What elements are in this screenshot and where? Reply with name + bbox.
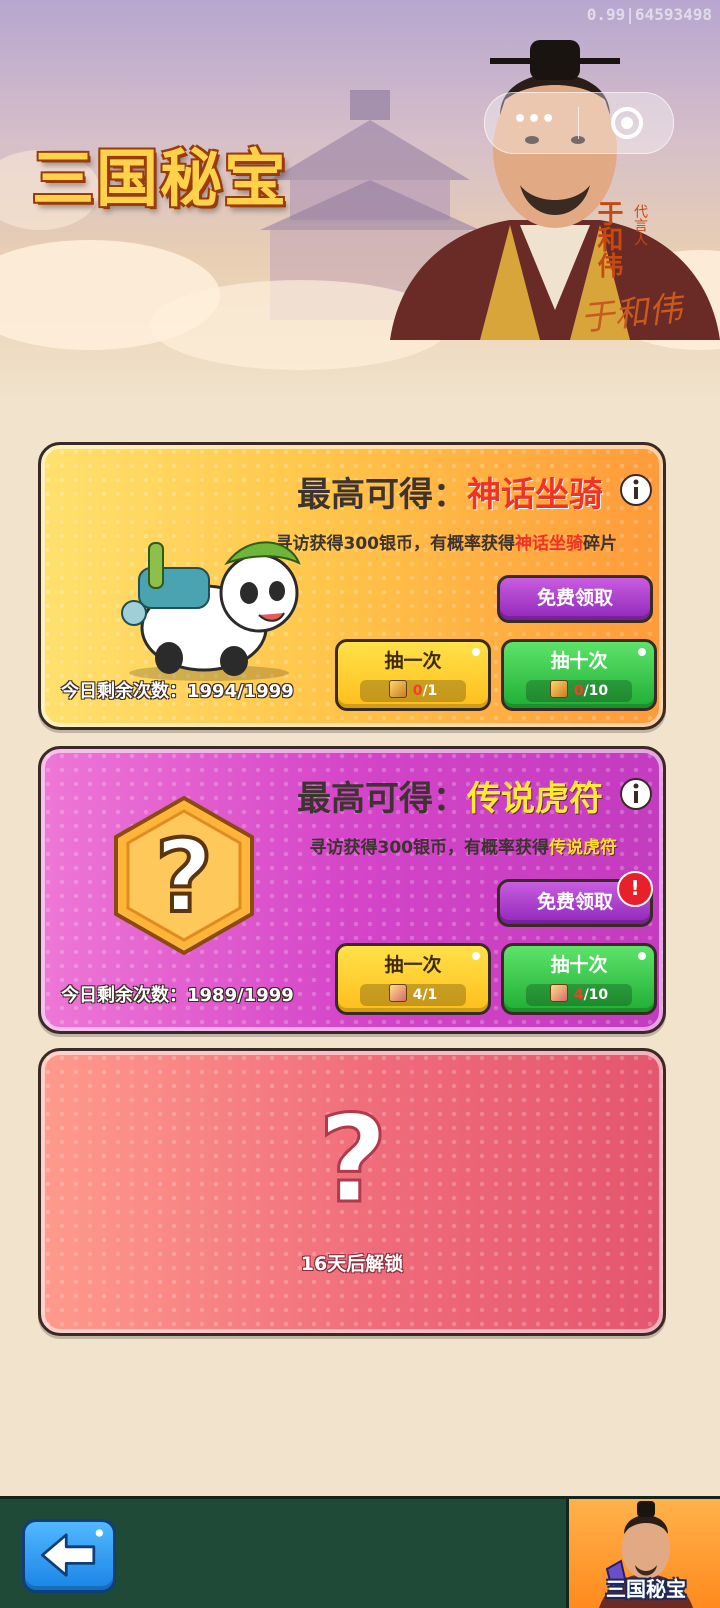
svg-text:?: ?	[318, 1101, 388, 1211]
draw-once-button[interactable]: 抽一次 4/1	[335, 943, 491, 1015]
info-icon[interactable]	[619, 473, 653, 507]
headline-prefix: 最高可得：	[297, 475, 467, 515]
card-headline: 最高可得：传说虎符	[297, 771, 603, 820]
more-dots-icon[interactable]: •••	[513, 109, 555, 135]
mini-program-capsule: •••	[484, 92, 674, 154]
alert-badge: !	[617, 871, 653, 907]
card-headline: 最高可得：神话坐骑	[297, 467, 603, 516]
endorser-role: 代言人	[632, 204, 648, 246]
free-claim-button[interactable]: 免费领取	[497, 575, 653, 623]
ticket-need: /10	[583, 987, 609, 1003]
card-description: 寻访获得300银币，有概率获得传说虎符	[310, 833, 618, 858]
headline-reward: 神话坐骑	[467, 475, 603, 515]
remaining-count: 今日剩余次数：1994/1999	[61, 681, 294, 702]
draw-once-label: 抽一次	[384, 650, 442, 672]
version-text: 0.99|64593498	[586, 5, 712, 24]
locked-question-icon: ?	[317, 1101, 390, 1211]
endorser-name: 于和伟	[593, 200, 623, 278]
back-button[interactable]	[22, 1519, 116, 1593]
desc-reward: 神话坐骑	[515, 534, 583, 554]
draw-ten-cost: 0/10	[526, 680, 632, 702]
draw-ticket-icon	[549, 680, 568, 698]
draw-ticket-icon	[388, 680, 407, 698]
draw-once-cost: 4/1	[360, 984, 466, 1006]
bottom-bar: 三国秘宝	[0, 1496, 720, 1608]
capsule-divider	[578, 107, 579, 139]
treasure-card-locked: ? 16天后解锁	[38, 1048, 666, 1336]
draw-ten-cost: 4/10	[526, 984, 632, 1006]
tally-ticket-icon	[388, 984, 407, 1002]
draw-once-cost: 0/1	[360, 680, 466, 702]
ticket-owned: 0	[412, 683, 423, 699]
treasure-card-tally: 最高可得：传说虎符 寻访获得300银币，有概率获得传说虎符 ? 免费领取 ! 抽…	[38, 746, 666, 1034]
desc-reward: 传说虎符	[549, 838, 617, 858]
game-title-logo: 三国秘宝	[32, 142, 289, 215]
close-circle-icon[interactable]	[609, 105, 645, 141]
draw-once-label: 抽一次	[384, 954, 442, 976]
info-icon[interactable]	[619, 777, 653, 811]
draw-ten-button[interactable]: 抽十次 0/10	[501, 639, 657, 711]
ticket-need: /1	[422, 683, 438, 699]
ticket-owned: 4	[573, 987, 584, 1003]
header-banner: 三国秘宝 于和伟 代言人 于和伟 ••• 0.99|64593498	[0, 0, 720, 400]
unlock-countdown: 16天后解锁	[300, 1253, 404, 1275]
desc-prefix: 寻访获得300银币，有概率获得	[275, 534, 516, 554]
desc-suffix: 碎片	[583, 534, 617, 554]
remaining-count: 今日剩余次数：1989/1999	[61, 985, 294, 1006]
draw-ten-button[interactable]: 抽十次 4/10	[501, 943, 657, 1015]
draw-once-button[interactable]: 抽一次 0/1	[335, 639, 491, 711]
panda-mount-image	[121, 541, 301, 681]
card-description: 寻访获得300银币，有概率获得神话坐骑碎片	[276, 529, 618, 554]
tally-ticket-icon	[549, 984, 568, 1002]
treasure-card-mount: 最高可得：神话坐骑 寻访获得300银币，有概率获得神话坐骑碎片 免费领取 抽一次…	[38, 442, 666, 730]
ticket-need: /1	[422, 987, 438, 1003]
headline-reward: 传说虎符	[467, 779, 603, 819]
ticket-need: /10	[583, 683, 609, 699]
ticket-owned: 4	[412, 987, 423, 1003]
svg-text:?: ?	[155, 818, 213, 935]
mystery-hexagon-icon: ?	[114, 795, 254, 956]
headline-prefix: 最高可得：	[297, 779, 467, 819]
tab-label: 三国秘宝	[606, 1577, 686, 1601]
back-arrow-icon	[40, 1529, 103, 1577]
tab-three-kingdoms-treasure[interactable]: 三国秘宝	[566, 1499, 720, 1608]
draw-ten-label: 抽十次	[550, 650, 608, 672]
desc-prefix: 寻访获得300银币，有概率获得	[309, 838, 550, 858]
ticket-owned: 0	[573, 683, 584, 699]
draw-ten-label: 抽十次	[550, 954, 608, 976]
